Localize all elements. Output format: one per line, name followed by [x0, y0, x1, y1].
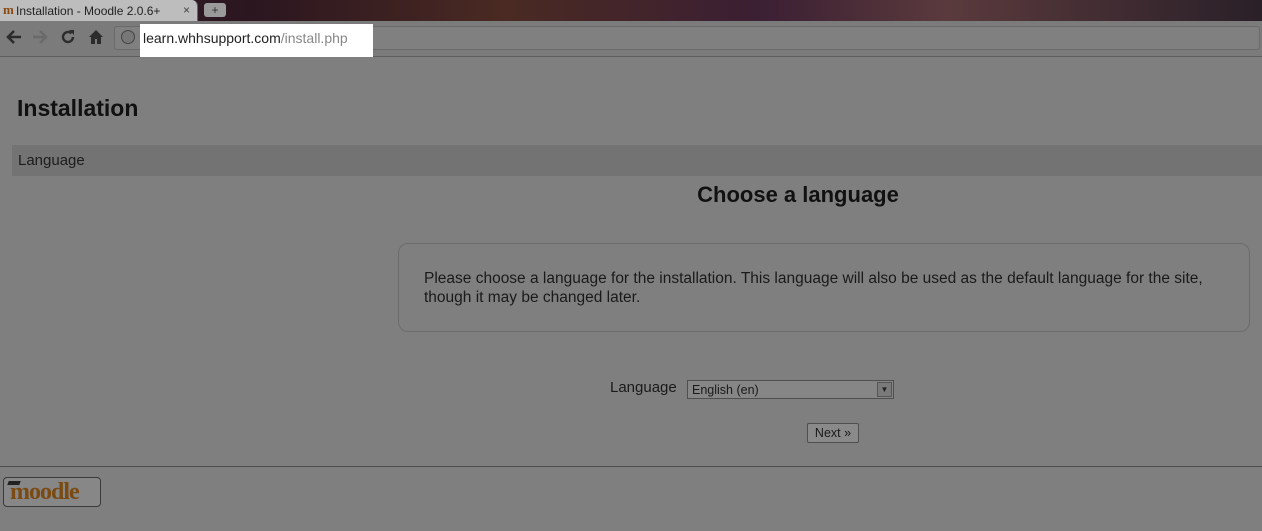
- info-box: Please choose a language for the install…: [398, 243, 1250, 332]
- language-label: Language: [610, 379, 677, 396]
- tab-title: Installation - Moodle 2.0.6+: [16, 3, 161, 18]
- moodle-logo-text: moodle: [10, 479, 80, 505]
- next-button[interactable]: Next »: [807, 423, 859, 443]
- close-icon[interactable]: ×: [183, 3, 190, 17]
- reload-icon[interactable]: [58, 28, 78, 48]
- url-text[interactable]: learn.whhsupport.com/install.php: [143, 30, 348, 46]
- language-select-value: English (en): [692, 383, 759, 397]
- info-text: Please choose a language for the install…: [424, 270, 1203, 306]
- breadcrumb-bar: Language: [12, 145, 1262, 176]
- new-tab-button[interactable]: +: [204, 3, 226, 17]
- footer-divider: [0, 466, 1262, 467]
- globe-icon: [121, 30, 135, 44]
- home-icon[interactable]: [86, 28, 106, 48]
- language-select[interactable]: English (en) ▼: [687, 380, 894, 399]
- url-path: /install.php: [280, 30, 348, 46]
- tab-strip: m Installation - Moodle 2.0.6+ × +: [0, 0, 1262, 21]
- chevron-down-icon[interactable]: ▼: [877, 382, 892, 397]
- section-heading: Choose a language: [697, 182, 899, 207]
- moodle-logo[interactable]: moodle: [3, 477, 101, 507]
- forward-arrow-icon[interactable]: [30, 28, 50, 48]
- url-host: learn.whhsupport.com: [143, 30, 281, 46]
- page-title: Installation: [17, 95, 139, 121]
- breadcrumb: Language: [18, 152, 85, 169]
- back-arrow-icon[interactable]: [4, 28, 24, 48]
- moodle-favicon-icon: m: [3, 2, 14, 17]
- browser-tab[interactable]: m Installation - Moodle 2.0.6+ ×: [0, 0, 198, 21]
